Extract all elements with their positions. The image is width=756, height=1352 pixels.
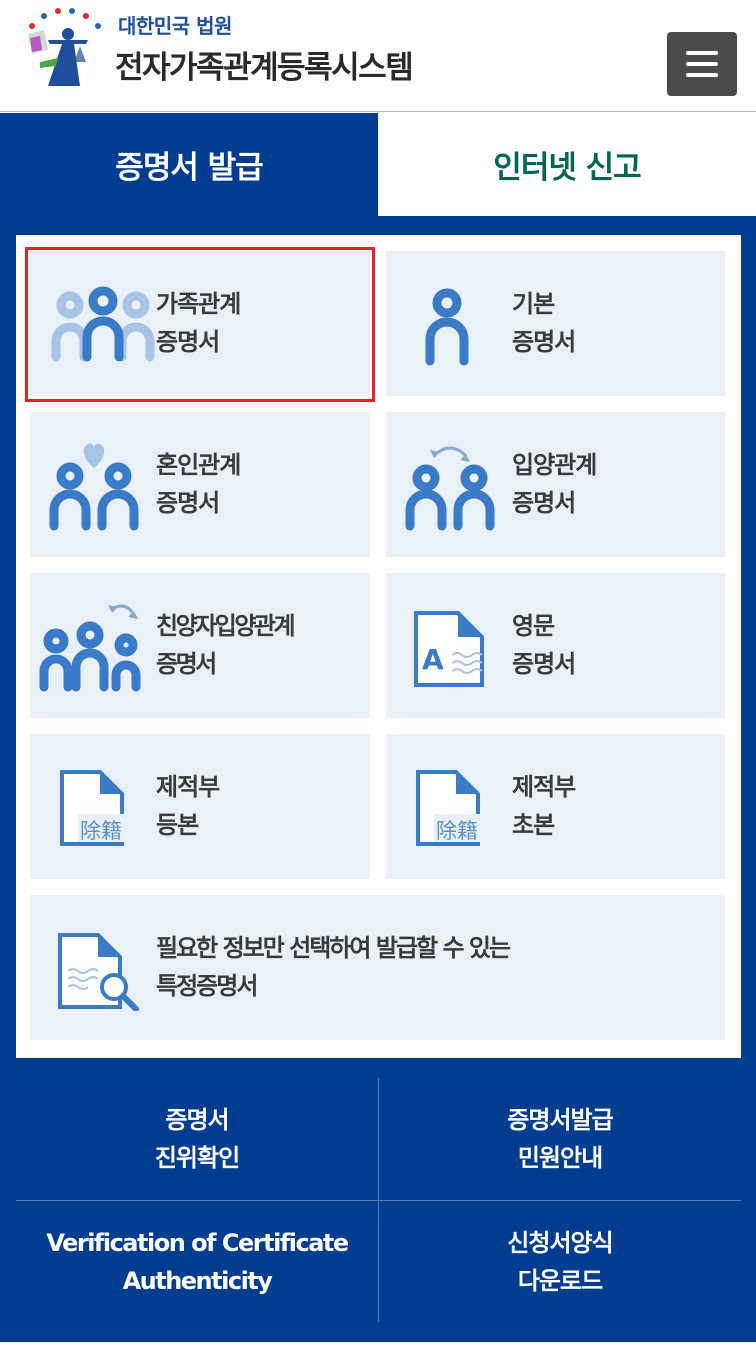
card-label: 친양자입양관계 증명서 (156, 612, 296, 678)
app-header: 대한민국 법원 전자가족관계등록시스템 (0, 0, 756, 112)
person-icon (425, 288, 469, 366)
link-issuance-guide[interactable]: 증명서발급 민원안내 (379, 1078, 741, 1200)
link-certificate-verification[interactable]: 증명서 진위확인 (16, 1078, 378, 1200)
hamburger-menu-icon (686, 51, 718, 55)
card-label: 혼인관계 증명서 (156, 451, 241, 517)
link-verification-english[interactable]: Verification of Certificate Authenticity (16, 1201, 378, 1323)
card-specific-certificate[interactable]: 필요한 정보만 선택하여 발급할 수 있는 특정증명서 (30, 895, 725, 1040)
card-basic-certificate[interactable]: 기본 증명서 (386, 251, 725, 396)
tab-certificate-issue[interactable]: 증명서 발급 (0, 113, 378, 216)
marriage-icon (49, 443, 139, 531)
adoption-icon (405, 446, 495, 531)
card-label: 가족관계 증명서 (156, 290, 241, 356)
english-document-icon: A (414, 611, 484, 687)
svg-text:除籍: 除籍 (80, 819, 122, 843)
link-form-download[interactable]: 신청서양식 다운로드 (379, 1201, 741, 1323)
main-tabs: 증명서 발급 인터넷 신고 (0, 113, 756, 216)
card-adoption-certificate[interactable]: 입양관계 증명서 (386, 412, 725, 557)
bottom-links: 증명서 진위확인 증명서발급 민원안내 Verification of Cert… (16, 1078, 741, 1322)
card-marriage-certificate[interactable]: 혼인관계 증명서 (30, 412, 370, 557)
card-label: 영문 증명서 (512, 612, 576, 678)
court-logo-icon (28, 8, 101, 86)
system-name[interactable]: 전자가족관계등록시스템 (115, 42, 414, 87)
family-icon (51, 286, 155, 362)
card-removed-register-copy[interactable]: 除籍 제적부 등본 (30, 734, 370, 879)
card-label: 입양관계 증명서 (512, 451, 597, 517)
hamburger-menu-button[interactable] (667, 32, 737, 96)
card-full-adoption-certificate[interactable]: 친양자입양관계 증명서 (30, 573, 370, 718)
card-label: 제적부 초본 (512, 773, 576, 839)
card-label: 필요한 정보만 선택하여 발급할 수 있는 특정증명서 (156, 934, 511, 1000)
tab-internet-report[interactable]: 인터넷 신고 (378, 113, 756, 216)
certificate-panel: 가족관계 증명서 기본 증명서 혼인관계 증명서 입양관계 증명서 친양자입양관… (16, 235, 741, 1058)
removed-register-icon: 除籍 (60, 770, 140, 846)
card-family-relation-certificate[interactable]: 가족관계 증명서 (30, 251, 370, 396)
svg-text:除籍: 除籍 (436, 819, 478, 843)
full-adoption-icon (39, 604, 141, 692)
card-removed-register-extract[interactable]: 除籍 제적부 초본 (386, 734, 725, 879)
card-label: 기본 증명서 (512, 290, 576, 356)
org-name: 대한민국 법원 (118, 14, 232, 38)
removed-register-icon: 除籍 (416, 770, 496, 846)
document-search-icon (58, 933, 139, 1011)
card-label: 제적부 등본 (156, 773, 220, 839)
svg-text:A: A (422, 643, 444, 676)
card-english-certificate[interactable]: A 영문 증명서 (386, 573, 725, 718)
